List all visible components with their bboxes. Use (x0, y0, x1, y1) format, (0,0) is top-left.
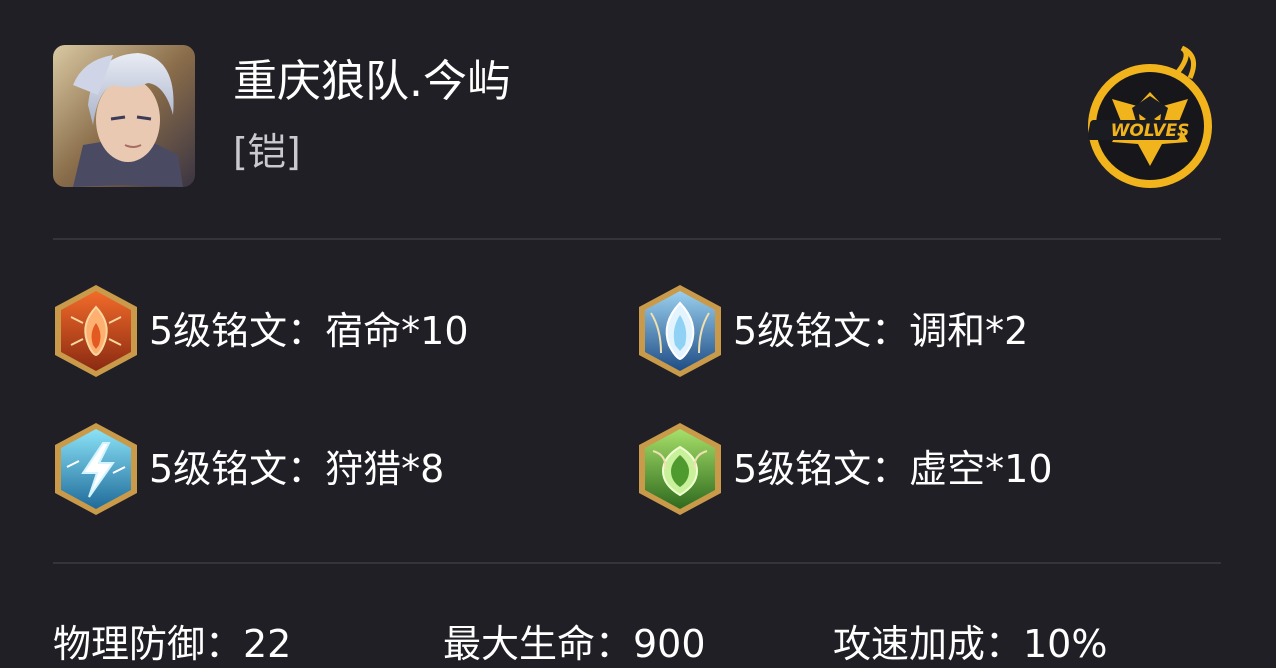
rune-item[interactable]: 5级铭文：虚空*10 (637, 421, 1053, 517)
player-name: 重庆狼队.今屿 (233, 56, 511, 107)
team-logo-text: WOLVES (1111, 121, 1190, 141)
rune-label: 5级铭文：虚空*10 (733, 447, 1053, 491)
stat-attack-speed: 攻速加成：10% (833, 622, 1108, 666)
hero-build-card: 重庆狼队.今屿 [铠] WOLVES 5级铭文：宿命*10 5级铭文：调和*2 … (0, 0, 1276, 666)
hero-name: [铠] (233, 130, 301, 174)
fire-rune-icon (55, 285, 137, 377)
wolves-logo-icon: WOLVES (1082, 44, 1218, 190)
divider (53, 238, 1221, 240)
stat-max-hp: 最大生命：900 (443, 622, 706, 666)
rune-item[interactable]: 5级铭文：狩猎*8 (53, 421, 444, 517)
rune-item[interactable]: 5级铭文：宿命*10 (53, 283, 469, 379)
rune-item[interactable]: 5级铭文：调和*2 (637, 283, 1028, 379)
crystal-rune-icon (639, 285, 721, 377)
hero-portrait-icon[interactable] (53, 45, 195, 187)
lightning-rune-icon (55, 423, 137, 515)
leaf-rune-icon (639, 423, 721, 515)
divider (53, 562, 1221, 564)
rune-label: 5级铭文：调和*2 (733, 309, 1029, 353)
rune-label: 5级铭文：宿命*10 (149, 309, 469, 353)
rune-label: 5级铭文：狩猎*8 (149, 447, 445, 491)
stat-physical-defense: 物理防御：22 (53, 622, 292, 666)
